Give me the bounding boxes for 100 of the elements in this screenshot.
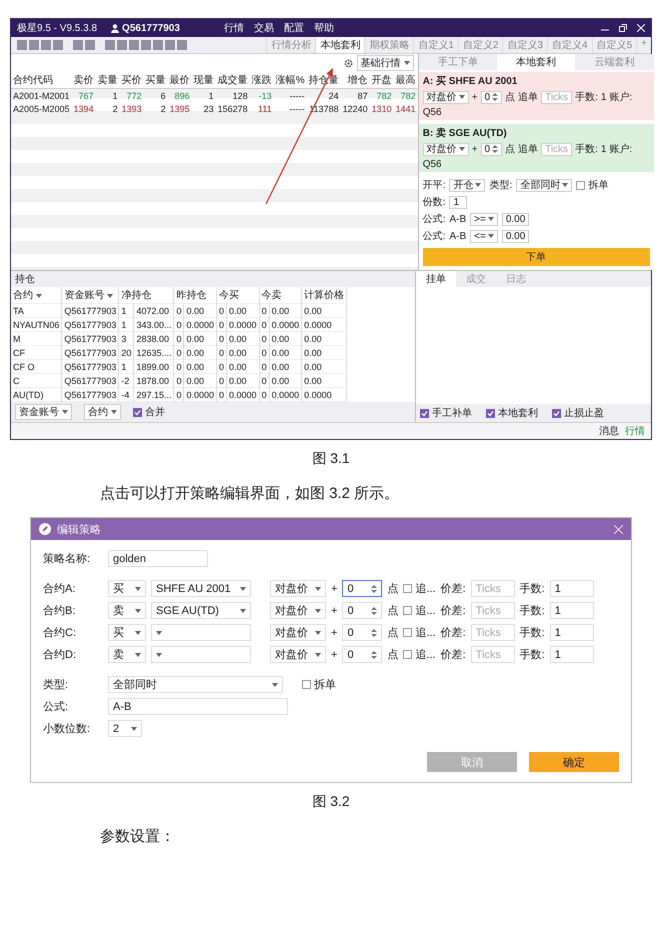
qty-label: 手数: (575, 142, 598, 156)
checkbox[interactable] (133, 408, 142, 416)
settings-icon[interactable] (344, 58, 353, 68)
side-dropdown[interactable]: 买 (108, 580, 146, 597)
status-message[interactable]: 消息 (599, 424, 619, 438)
table-cell: 782 (370, 88, 394, 102)
qty-field[interactable]: 1 (550, 580, 594, 597)
column-header[interactable]: 涨跌 (250, 72, 274, 88)
spinner-icon[interactable] (492, 92, 498, 102)
spinner-icon[interactable] (371, 606, 378, 616)
offset-field[interactable]: 0 (480, 142, 502, 156)
offset-field[interactable]: 0 (342, 602, 382, 619)
table-cell: 1878.00 (134, 374, 174, 388)
restore-icon[interactable] (619, 24, 627, 32)
tab[interactable]: 挂单 (416, 271, 456, 287)
contract-dropdown[interactable]: SGE AU(TD) (151, 602, 251, 619)
table-cell: 0 (259, 374, 270, 388)
submit-button[interactable]: 下单 (422, 248, 650, 266)
column-header[interactable]: 卖价 (72, 72, 96, 88)
menu-item[interactable]: 配置 (284, 21, 304, 35)
column-header[interactable]: 卖量 (96, 72, 120, 88)
view-dropdown[interactable]: 基础行情 (356, 55, 414, 71)
price-type-dropdown[interactable]: 对盘价 (270, 646, 326, 663)
checkbox[interactable] (403, 606, 412, 615)
table-cell: 0.00 (226, 332, 260, 346)
type-dropdown[interactable]: 全部同时 (108, 676, 283, 693)
price-type-dropdown[interactable]: 对盘价 (270, 624, 326, 641)
column-header[interactable]: 资金账号 (62, 287, 119, 304)
caret-icon (240, 586, 246, 590)
offset-field[interactable]: 0 (480, 90, 502, 104)
column-header[interactable]: 增仓 (340, 72, 370, 88)
decimals-dropdown[interactable]: 2 (108, 720, 142, 737)
offset-field[interactable]: 0 (342, 624, 382, 641)
column-header[interactable]: 最价 (168, 72, 192, 88)
caret-icon (135, 586, 141, 590)
column-header[interactable]: 买价 (120, 72, 144, 88)
field-label: 合约C: (43, 626, 77, 640)
unit-label: 点 (387, 582, 398, 596)
checkbox[interactable] (486, 408, 495, 418)
table-cell: 0 (174, 304, 184, 318)
menu-item[interactable]: 行情 (224, 21, 244, 35)
price-type-dropdown[interactable]: 对盘价 (270, 602, 326, 619)
column-header[interactable]: 合约 (11, 287, 62, 304)
operator-dropdown[interactable]: <= (470, 230, 498, 242)
qty-field[interactable]: 1 (550, 646, 594, 663)
confirm-button[interactable]: 确定 (529, 752, 619, 772)
spinner-icon[interactable] (492, 144, 498, 154)
column-header[interactable]: 今买 (216, 287, 260, 304)
column-header[interactable]: 昨持仓 (174, 287, 217, 304)
menu-item[interactable]: 帮助 (314, 21, 334, 35)
side-dropdown[interactable]: 买 (108, 624, 146, 641)
column-header[interactable]: 合约代码 (11, 72, 72, 88)
price-type-dropdown[interactable]: 对盘价 (422, 142, 469, 156)
operator-dropdown[interactable]: >= (470, 212, 498, 226)
column-header[interactable]: 买量 (144, 72, 168, 88)
name-field[interactable]: golden (108, 550, 208, 567)
type-dropdown[interactable]: 全部同时 (516, 178, 572, 192)
filter-dropdown[interactable]: 资金账号 (15, 404, 72, 420)
checkbox[interactable] (552, 408, 561, 418)
offset-field[interactable]: 0 (342, 646, 382, 663)
table-cell: 0 (174, 332, 184, 346)
price-type-dropdown[interactable]: 对盘价 (422, 90, 469, 104)
side-dropdown[interactable]: 卖 (108, 602, 146, 619)
column-header[interactable]: 今卖 (259, 287, 302, 304)
tab[interactable]: 本地套利 (315, 37, 364, 53)
field-label: 合约D: (43, 648, 77, 662)
column-header[interactable]: 计算价格 (302, 287, 347, 304)
column-header[interactable]: 涨幅% (274, 72, 307, 88)
checkbox[interactable] (576, 180, 586, 190)
column-header[interactable]: 开盘 (370, 72, 394, 88)
offset-field[interactable]: 0 (342, 580, 382, 597)
open-close-dropdown[interactable]: 开仓 (449, 178, 486, 192)
column-header[interactable]: 净持仓 (118, 287, 174, 304)
spinner-icon[interactable] (371, 650, 378, 660)
checkbox[interactable] (302, 680, 311, 689)
formula-field[interactable]: A-B (108, 698, 288, 715)
column-header[interactable]: 最高 (394, 72, 418, 88)
qty-field[interactable]: 1 (550, 624, 594, 641)
value-field[interactable]: 0.00 (502, 212, 530, 226)
field-label: 手数: (520, 582, 545, 596)
copies-field[interactable]: 1 (449, 196, 468, 208)
side-dropdown[interactable]: 卖 (108, 646, 146, 663)
menu-item[interactable]: 交易 (254, 21, 274, 35)
checkbox[interactable] (403, 628, 412, 637)
spinner-icon[interactable] (371, 584, 378, 594)
checkbox[interactable] (403, 650, 412, 659)
checkbox[interactable] (420, 408, 429, 418)
table-cell: 343.00... (134, 318, 174, 332)
value-field[interactable]: 0.00 (502, 230, 530, 242)
tab[interactable]: 本地套利 (497, 54, 576, 70)
contract-dropdown[interactable]: SHFE AU 2001 (151, 580, 251, 597)
filter-dropdown[interactable]: 合约 (84, 404, 121, 420)
qty-field[interactable]: 1 (550, 602, 594, 619)
spinner-icon[interactable] (371, 628, 378, 638)
price-type-dropdown[interactable]: 对盘价 (270, 580, 326, 597)
toolbar-drawing[interactable] (17, 40, 187, 50)
column-header[interactable]: 成交量 (216, 72, 250, 88)
checkbox[interactable] (403, 584, 412, 593)
column-header[interactable]: 现量 (192, 72, 216, 88)
table-cell: 0 (216, 304, 227, 318)
